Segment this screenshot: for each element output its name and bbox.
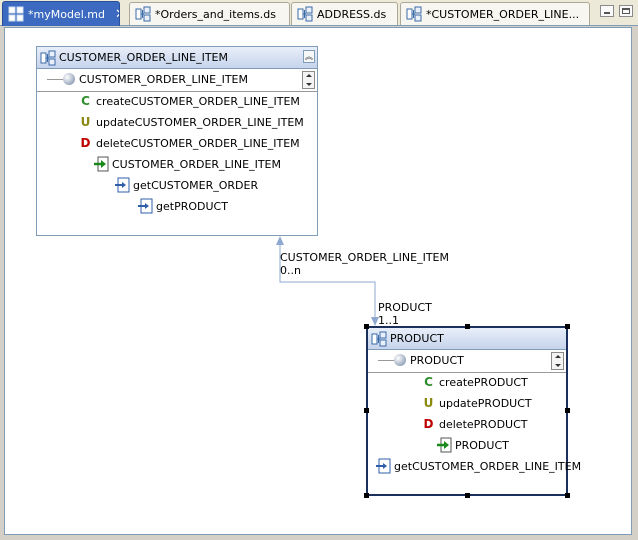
entity-customer-order-line-item[interactable]: CUSTOMER_ORDER_LINE_ITEM ︽ CUSTOMER_ORDE… — [36, 46, 318, 236]
tab-address[interactable]: ADDRESS.ds — [291, 2, 398, 25]
create-operation-label: createPRODUCT — [439, 375, 528, 389]
minimize-icon[interactable] — [600, 5, 614, 17]
resize-handle[interactable] — [565, 324, 570, 329]
resize-handle[interactable] — [364, 324, 369, 329]
tab-customer-order-line[interactable]: *CUSTOMER_ORDER_LINE... — [400, 2, 590, 25]
attribute-icon — [394, 354, 406, 366]
resize-handle[interactable] — [465, 493, 470, 498]
read-icon — [94, 156, 109, 172]
tab-address-label: ADDRESS.ds — [317, 7, 387, 21]
target-role-label: PRODUCT — [378, 301, 432, 314]
delete-icon: D — [423, 417, 434, 431]
entity-header[interactable]: PRODUCT — [368, 328, 566, 350]
resize-handle[interactable] — [364, 493, 369, 498]
update-operation-label: updatePRODUCT — [439, 396, 532, 410]
attribute-label: CUSTOMER_ORDER_LINE_ITEM — [79, 73, 248, 86]
attribute-row[interactable]: CUSTOMER_ORDER_LINE_ITEM — [37, 69, 317, 92]
navigate-icon — [138, 198, 153, 214]
attribute-icon — [63, 73, 75, 85]
tree-line — [47, 79, 63, 80]
navigation-get-product[interactable]: getPRODUCT — [137, 198, 228, 214]
read-operation-label: PRODUCT — [455, 438, 509, 452]
tab-orders-label: *Orders_and_items.ds — [155, 7, 276, 21]
entity-title: PRODUCT — [390, 332, 444, 345]
tab-mymodel[interactable]: *myModel.md ✕ — [2, 1, 120, 26]
navigation-label: getCUSTOMER_ORDER — [133, 178, 259, 192]
tab-customer-order-line-label: *CUSTOMER_ORDER_LINE... — [426, 7, 580, 21]
source-role-label: CUSTOMER_ORDER_LINE_ITEM — [280, 251, 449, 264]
update-operation[interactable]: U updateCUSTOMER_ORDER_LINE_ITEM — [79, 114, 304, 130]
update-operation-label: updateCUSTOMER_ORDER_LINE_ITEM — [96, 115, 304, 129]
editor-tab-bar: *myModel.md ✕ *Orders_and_items.ds ADDRE… — [0, 0, 638, 26]
resize-handle[interactable] — [565, 493, 570, 498]
read-operation[interactable]: CUSTOMER_ORDER_LINE_ITEM — [93, 156, 281, 172]
maximize-icon[interactable] — [619, 5, 633, 17]
delete-operation[interactable]: D deleteCUSTOMER_ORDER_LINE_ITEM — [79, 135, 300, 151]
tab-mymodel-label: *myModel.md — [28, 7, 105, 21]
scroll-spinner[interactable] — [551, 352, 564, 370]
navigation-get-customer-order-line-item[interactable]: getCUSTOMER_ORDER_LINE_ITEM — [375, 458, 581, 474]
create-operation[interactable]: C createPRODUCT — [422, 374, 528, 390]
attribute-label: PRODUCT — [410, 354, 464, 367]
datasource-icon — [371, 331, 387, 346]
datasource-icon — [297, 6, 313, 22]
tab-orders-and-items[interactable]: *Orders_and_items.ds — [129, 2, 290, 25]
create-icon: C — [424, 375, 433, 389]
entity-product[interactable]: PRODUCT PRODUCT C createPRODUCT U update… — [366, 326, 581, 496]
close-icon[interactable]: ✕ — [115, 7, 119, 22]
delete-operation-label: deleteCUSTOMER_ORDER_LINE_ITEM — [96, 136, 300, 150]
resize-handle[interactable] — [364, 408, 369, 413]
create-icon: C — [81, 94, 90, 108]
navigation-label: getPRODUCT — [156, 199, 228, 213]
create-operation[interactable]: C createCUSTOMER_ORDER_LINE_ITEM — [79, 93, 300, 109]
read-operation[interactable]: PRODUCT — [436, 437, 509, 453]
collapse-button[interactable]: ︽ — [303, 50, 315, 63]
tree-line — [378, 360, 394, 361]
datasource-icon — [135, 6, 151, 22]
create-operation-label: createCUSTOMER_ORDER_LINE_ITEM — [96, 94, 300, 108]
update-icon: U — [80, 115, 91, 129]
entity-title: CUSTOMER_ORDER_LINE_ITEM — [59, 51, 228, 64]
navigate-icon — [376, 458, 391, 474]
source-multiplicity-label: 0..n — [280, 264, 301, 277]
resize-handle[interactable] — [465, 324, 470, 329]
read-icon — [437, 437, 452, 453]
datasource-icon — [40, 50, 56, 65]
model-icon — [8, 6, 24, 22]
datasource-icon — [406, 6, 422, 22]
read-operation-label: CUSTOMER_ORDER_LINE_ITEM — [112, 157, 281, 171]
scroll-spinner[interactable] — [302, 71, 315, 89]
delete-operation[interactable]: D deletePRODUCT — [422, 416, 528, 432]
navigation-get-customer-order[interactable]: getCUSTOMER_ORDER — [114, 177, 258, 193]
entity-header[interactable]: CUSTOMER_ORDER_LINE_ITEM ︽ — [37, 47, 317, 69]
delete-operation-label: deletePRODUCT — [439, 417, 528, 431]
delete-icon: D — [80, 136, 91, 150]
resize-handle[interactable] — [565, 408, 570, 413]
navigate-icon — [115, 177, 130, 193]
update-operation[interactable]: U updatePRODUCT — [422, 395, 532, 411]
update-icon: U — [423, 396, 434, 410]
navigation-label: getCUSTOMER_ORDER_LINE_ITEM — [394, 459, 582, 473]
attribute-row[interactable]: PRODUCT — [368, 350, 566, 373]
